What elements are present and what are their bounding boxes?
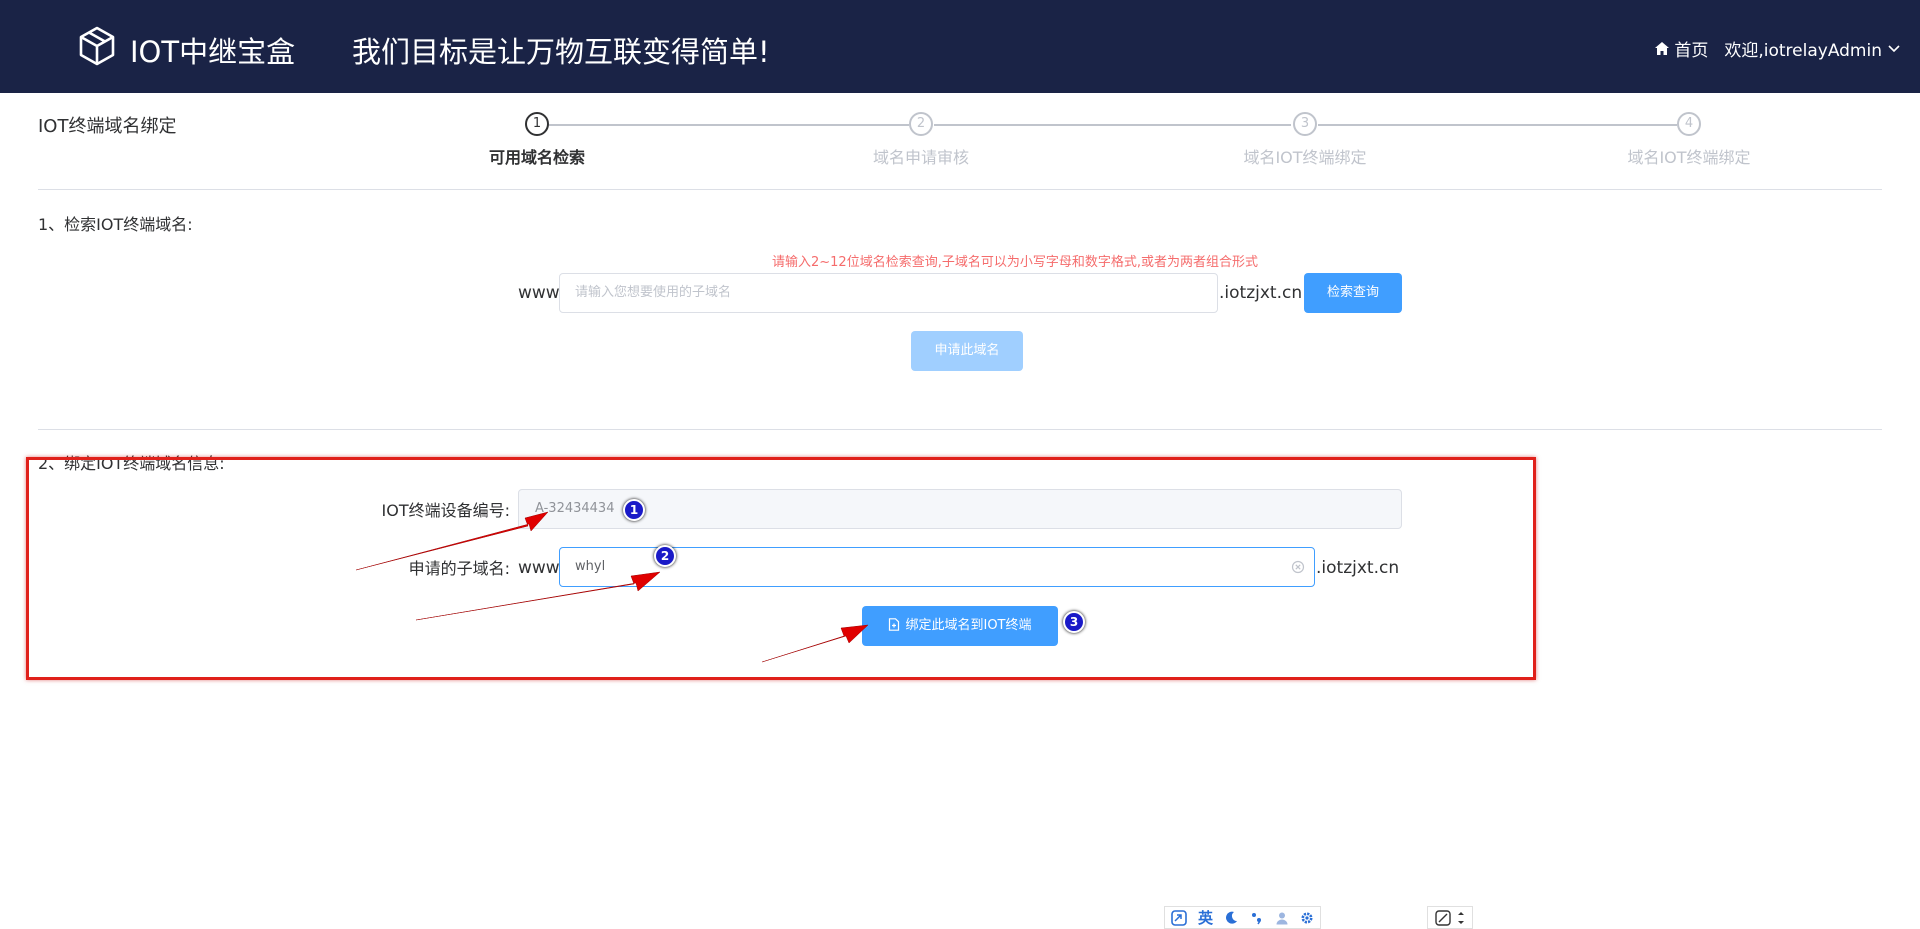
step-1: 1 可用域名检索 bbox=[437, 112, 637, 168]
user-label: 欢迎,iotrelayAdmin bbox=[1724, 41, 1882, 61]
www-prefix: www. bbox=[518, 283, 564, 303]
highlight-box bbox=[26, 457, 1536, 680]
gear-icon[interactable] bbox=[1300, 911, 1314, 925]
step-2: 2 域名申请审核 bbox=[821, 112, 1021, 168]
page-title: IOT终端域名绑定 bbox=[38, 116, 177, 137]
moon-icon[interactable] bbox=[1224, 911, 1238, 925]
apply-domain-button[interactable]: 申请此域名 bbox=[911, 331, 1023, 371]
step-label: 域名IOT终端绑定 bbox=[1627, 148, 1751, 167]
home-label: 首页 bbox=[1674, 41, 1709, 61]
checkbox-icon[interactable] bbox=[1435, 909, 1451, 926]
ime-language-toggle[interactable]: 英 bbox=[1198, 907, 1213, 928]
subdomain-search-input[interactable]: 请输入您想要使用的子域名 bbox=[559, 273, 1218, 313]
ime-extra-toolbar bbox=[1427, 906, 1473, 929]
search-button[interactable]: 检索查询 bbox=[1304, 273, 1402, 313]
annotation-badge-2: 2 bbox=[654, 545, 676, 567]
cube-logo-icon bbox=[79, 26, 115, 66]
step-4: 4 域名IOT终端绑定 bbox=[1589, 112, 1789, 168]
step-label: 域名IOT终端绑定 bbox=[1243, 148, 1367, 167]
step-label: 域名申请审核 bbox=[872, 148, 969, 167]
ime-logo-icon[interactable] bbox=[1170, 909, 1187, 926]
top-nav: 首页 欢迎,iotrelayAdmin bbox=[1655, 36, 1900, 61]
search-section-title: 1、检索IOT终端域名: bbox=[38, 215, 193, 234]
user-menu[interactable]: 欢迎,iotrelayAdmin bbox=[1724, 36, 1900, 61]
punctuation-icon[interactable] bbox=[1250, 911, 1264, 925]
step-number: 2 bbox=[909, 112, 933, 136]
step-label: 可用域名检索 bbox=[488, 148, 585, 167]
home-icon bbox=[1655, 42, 1670, 55]
annotation-badge-3: 3 bbox=[1063, 611, 1085, 633]
search-hint: 请输入2~12位域名检索查询,子域名可以为小写字母和数字格式,或者为两者组合形式 bbox=[772, 255, 1258, 270]
user-icon[interactable] bbox=[1275, 911, 1289, 925]
home-link[interactable]: 首页 bbox=[1655, 36, 1708, 61]
slogan: 我们目标是让万物互联变得简单! bbox=[352, 35, 770, 69]
step-number: 1 bbox=[525, 112, 549, 136]
divider bbox=[38, 429, 1882, 430]
step-3: 3 域名IOT终端绑定 bbox=[1205, 112, 1405, 168]
dropdown-arrow-icon[interactable] bbox=[1457, 911, 1465, 924]
top-header: IOT中继宝盒 我们目标是让万物互联变得简单! 首页 欢迎,iotrelayAd… bbox=[0, 0, 1920, 93]
brand-name: IOT中继宝盒 bbox=[130, 35, 296, 69]
ime-toolbar: 英 bbox=[1164, 906, 1321, 929]
step-number: 3 bbox=[1293, 112, 1317, 136]
step-number: 4 bbox=[1677, 112, 1701, 136]
chevron-down-icon bbox=[1888, 44, 1900, 52]
annotation-badge-1: 1 bbox=[623, 499, 645, 521]
divider bbox=[38, 189, 1882, 190]
domain-suffix: .iotzjxt.cn bbox=[1219, 283, 1303, 303]
